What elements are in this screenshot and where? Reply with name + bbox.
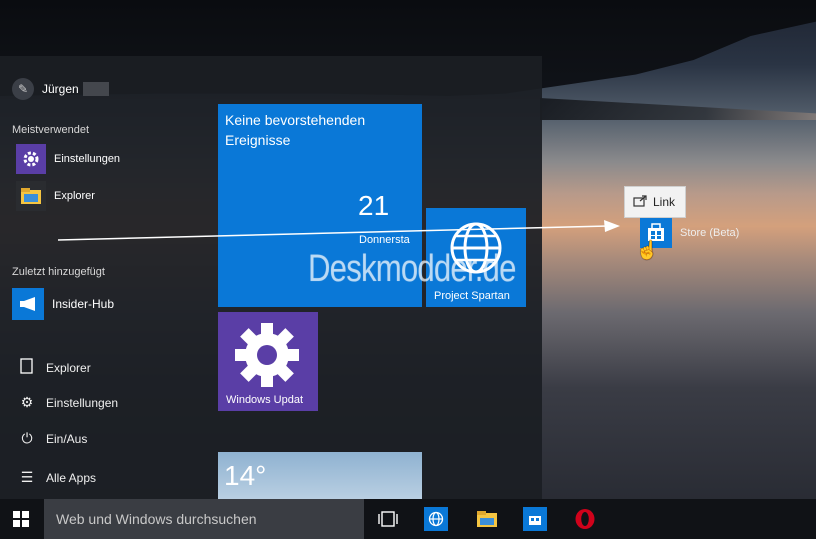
search-box[interactable]: Web und Windows durchsuchen [44,499,364,539]
start-button[interactable] [0,499,42,539]
task-view-icon[interactable] [374,505,402,533]
windows-logo-icon [13,511,29,527]
drag-link-tooltip: Link [624,186,686,218]
file-explorer-icon[interactable] [473,505,501,533]
link-arrow-icon [633,194,647,210]
store-taskbar-icon[interactable] [523,507,547,531]
search-placeholder: Web und Windows durchsuchen [56,511,257,527]
drag-path-arrow [57,220,620,241]
hand-cursor-icon: ☝ [636,240,659,260]
tooltip-label: Link [653,195,676,209]
taskbar: Web und Windows durchsuchen [0,499,816,539]
store-label: Store (Beta) [680,227,740,239]
browser-icon[interactable] [424,507,448,531]
opera-icon[interactable] [571,505,599,533]
